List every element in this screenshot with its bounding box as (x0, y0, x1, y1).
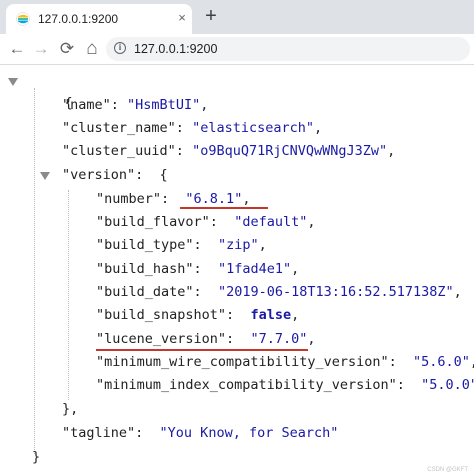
collapse-version-toggle-icon[interactable] (40, 172, 50, 180)
json-version-close: }, (62, 398, 78, 420)
elasticsearch-favicon-icon (16, 12, 30, 26)
json-key: "tagline" (62, 425, 136, 441)
close-tab-icon[interactable]: × (174, 10, 190, 26)
indent-guide (68, 190, 69, 400)
json-line-build-type: "build_type": "zip", (96, 237, 267, 253)
home-icon[interactable]: ⌂ (81, 38, 103, 60)
json-key: "version" (62, 167, 136, 183)
open-brace: { (159, 167, 168, 183)
json-value: "zip" (217, 237, 259, 253)
site-info-icon[interactable]: i (114, 42, 126, 54)
json-key: "build_snapshot" (96, 307, 227, 323)
json-value: "5.6.0" (413, 354, 470, 370)
tab-title: 127.0.0.1:9200 (38, 12, 119, 26)
json-line-lucene-version: "lucene_version": "7.7.0", (96, 331, 316, 347)
json-value: "1fad4e1" (217, 261, 292, 277)
json-line-tagline: "tagline": "You Know, for Search" (62, 425, 339, 441)
json-key: "minimum_wire_compatibility_version" (96, 354, 389, 370)
json-line-build-flavor: "build_flavor": "default", (96, 214, 316, 230)
new-tab-button[interactable]: + (201, 6, 221, 26)
json-key: "build_hash" (96, 261, 194, 277)
json-line-cluster-name: "cluster_name": "elasticsearch", (62, 120, 323, 136)
close-brace: } (32, 449, 41, 465)
reload-icon[interactable]: ⟳ (56, 38, 78, 60)
json-key: "build_date" (96, 284, 194, 300)
json-value: "HsmBtUI" (127, 97, 201, 113)
tab-strip: 127.0.0.1:9200 × + (0, 0, 474, 34)
json-value: "You Know, for Search" (159, 425, 339, 441)
json-line-build-snapshot: "build_snapshot": false, (96, 307, 300, 323)
forward-icon[interactable]: → (30, 38, 52, 60)
address-bar[interactable]: i 127.0.0.1:9200 (106, 37, 470, 61)
json-value: "default" (234, 214, 308, 230)
json-key: "name" (62, 97, 111, 113)
json-key: "build_flavor" (96, 214, 210, 230)
json-line-min-wire: "minimum_wire_compatibility_version": "5… (96, 354, 474, 370)
json-key: "cluster_name" (62, 120, 176, 136)
json-key: "lucene_version" (96, 331, 227, 347)
json-key: "minimum_index_compatibility_version" (96, 377, 397, 393)
close-brace: }, (62, 401, 79, 417)
json-value: "2019-06-18T13:16:52.517138Z" (217, 284, 454, 300)
json-root-open: { (32, 70, 73, 111)
json-line-min-index: "minimum_index_compatibility_version": "… (96, 374, 474, 396)
browser-toolbar: ← → ⟳ ⌂ i 127.0.0.1:9200 (0, 34, 474, 65)
json-value: "o9BquQ71RjCNVQwWNgJ3Zw" (192, 143, 388, 159)
json-value: "elasticsearch" (192, 120, 314, 136)
json-viewer: { "name": "HsmBtUI", "cluster_name": "el… (0, 66, 474, 476)
json-value: false (250, 307, 292, 323)
json-line-build-hash: "build_hash": "1fad4e1", (96, 261, 300, 277)
json-line-build-date: "build_date": "2019-06-18T13:16:52.51713… (96, 284, 462, 300)
json-key: "build_type" (96, 237, 194, 253)
watermark: CSDN @GKFT (427, 467, 468, 473)
json-line-version: "version": { (62, 167, 168, 183)
json-value: "7.7.0" (250, 331, 308, 347)
json-line-cluster-uuid: "cluster_uuid": "o9BquQ71RjCNVQwWNgJ3Zw"… (62, 143, 396, 159)
json-value: "6.8.1" (185, 191, 243, 207)
json-root-close: } (32, 446, 40, 468)
url-text[interactable]: 127.0.0.1:9200 (134, 42, 217, 56)
json-line-name: "name": "HsmBtUI", (62, 97, 209, 113)
indent-guide (34, 88, 35, 454)
json-key: "number" (96, 191, 162, 207)
json-key: "cluster_uuid" (62, 143, 176, 159)
highlight-underline-number (180, 207, 268, 209)
json-value: "5.0.0" (421, 377, 474, 393)
back-icon[interactable]: ← (6, 38, 28, 60)
collapse-root-toggle-icon[interactable] (8, 78, 18, 86)
browser-tab[interactable]: 127.0.0.1:9200 × (6, 4, 192, 34)
